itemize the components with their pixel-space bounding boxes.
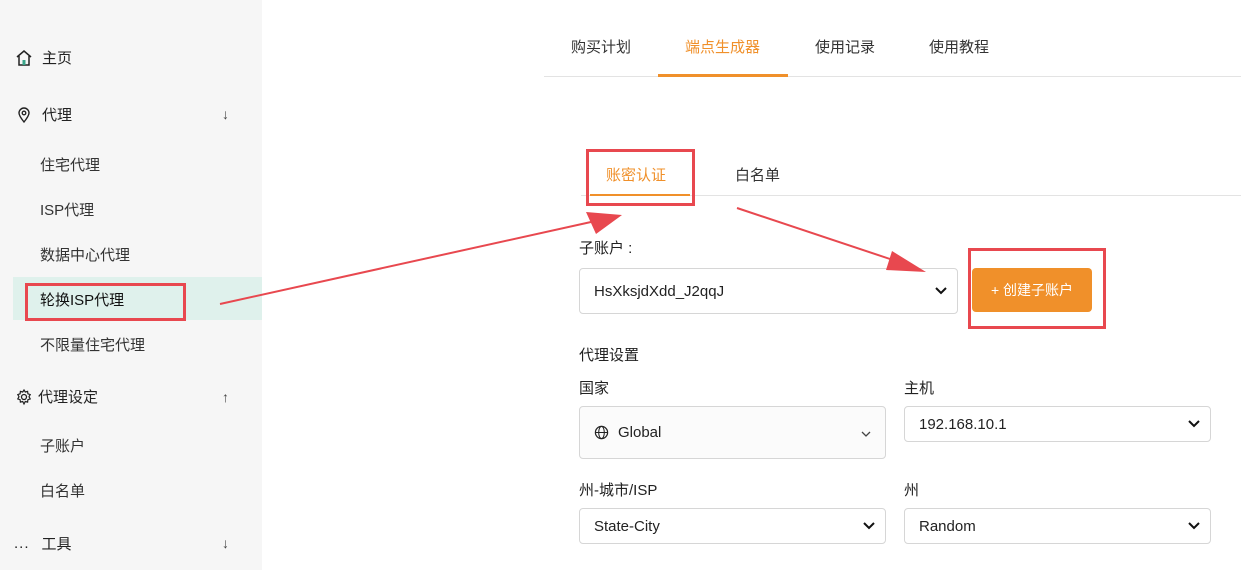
arrow-sidebar-to-subtab [219,219,601,305]
tab-tutorial[interactable]: 使用教程 [929,36,989,57]
chevron-down-icon [1188,519,1200,533]
tab-active-indicator [658,74,788,77]
state-label: 州 [904,482,920,499]
sidebar-item-home[interactable]: 主页 [14,47,72,68]
home-icon [14,48,34,68]
gear-icon [14,387,34,407]
chevron-down-icon [863,519,875,533]
chevron-down-icon [1188,417,1200,431]
sidebar-item-proxy[interactable]: 代理 [14,104,72,125]
sidebar-item-whitelist[interactable]: 白名单 [40,480,85,501]
tab-usage-records[interactable]: 使用记录 [815,36,875,57]
state-city-value: State-City [594,517,660,535]
sidebar-item-label: 代理设定 [38,389,99,406]
sidebar-item-label: 工具 [41,536,72,553]
arrow-down-icon[interactable]: ↓ [222,535,229,551]
sidebar-item-datacenter[interactable]: 数据中心代理 [40,244,130,265]
proxy-settings-title: 代理设置 [579,347,640,364]
highlight-box-subtab [586,149,695,206]
main-tabs [544,0,1241,77]
tab-purchase-plan[interactable]: 购买计划 [571,36,631,57]
location-pin-icon [14,105,34,125]
subaccount-label: 子账户 : [579,240,633,257]
country-label: 国家 [579,380,610,397]
sidebar-item-unlimited-residential[interactable]: 不限量住宅代理 [40,334,145,355]
state-select[interactable]: Random [904,508,1211,544]
arrowhead-icon [586,212,622,234]
state-city-label: 州-城市/ISP [579,482,658,499]
globe-icon [594,425,609,440]
host-select[interactable]: 192.168.10.1 [904,406,1211,442]
more-icon: ... [14,535,30,552]
arrow-up-icon[interactable]: ↑ [222,389,229,405]
subtab-whitelist[interactable]: 白名单 [735,164,780,185]
state-value: Random [919,517,976,535]
sidebar-item-residential[interactable]: 住宅代理 [40,154,100,175]
sidebar-item-tools[interactable]: ... 工具 [14,533,72,554]
create-subaccount-button[interactable]: + 创建子账户 [972,268,1092,312]
highlight-box-sidebar [25,283,186,321]
subaccount-value: HsXksjdXdd_J2qqJ [594,282,725,300]
arrow-subtab-to-create [736,207,906,265]
sidebar-item-proxy-settings[interactable]: 代理设定 [14,386,98,407]
sidebar-item-isp[interactable]: ISP代理 [40,199,94,220]
country-select[interactable]: Global [579,406,886,459]
chevron-down-icon [935,284,947,298]
host-value: 192.168.10.1 [919,415,1007,433]
host-label: 主机 [904,380,935,397]
sidebar-item-subaccount[interactable]: 子账户 [40,435,85,456]
chevron-down-icon [861,426,871,440]
state-city-select[interactable]: State-City [579,508,886,544]
subaccount-select[interactable]: HsXksjdXdd_J2qqJ [579,268,958,314]
sidebar-item-label: 主页 [42,50,73,67]
sidebar-item-label: 代理 [42,107,73,124]
tab-endpoint-generator[interactable]: 端点生成器 [685,36,760,57]
country-value: Global [618,424,662,441]
arrow-down-icon[interactable]: ↓ [222,106,229,122]
